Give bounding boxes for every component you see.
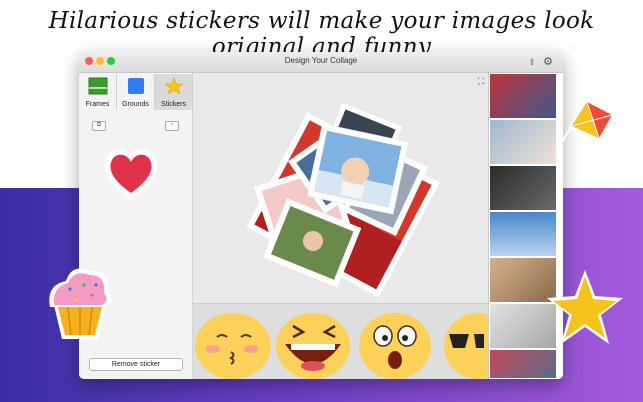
star-icon	[163, 77, 184, 95]
app-window: Design Your Collage ⇪ ⚙ Frames Grounds S…	[79, 52, 563, 379]
sticker-tray	[193, 303, 512, 379]
sticker-tray-items	[195, 313, 512, 379]
collage-preview	[246, 102, 440, 298]
photo-thumbnail[interactable]	[490, 74, 556, 118]
gear-icon[interactable]: ⚙	[543, 57, 553, 68]
grounds-icon	[127, 78, 144, 94]
sunglasses-emoji[interactable]	[444, 313, 512, 379]
tab-grounds-label: Grounds	[122, 101, 149, 108]
surprised-emoji[interactable]	[359, 313, 431, 379]
tab-frames[interactable]: Frames	[79, 74, 117, 110]
share-icon[interactable]: ⇪	[527, 57, 537, 67]
frames-icon	[88, 77, 107, 95]
tab-stickers-label: Stickers	[161, 101, 186, 108]
window-title: Design Your Collage	[284, 56, 358, 65]
photo-thumbnail[interactable]	[490, 120, 556, 164]
bring-front-button[interactable]: ⧉	[92, 121, 106, 131]
heart-sticker[interactable]	[103, 148, 159, 200]
star-sticker	[547, 270, 623, 344]
tab-frames-label: Frames	[85, 101, 110, 108]
remove-sticker-button[interactable]: Remove sticker	[89, 358, 183, 371]
collage-canvas[interactable]: ⛶	[193, 73, 488, 303]
kite-sticker	[555, 98, 616, 157]
kiss-emoji[interactable]	[195, 313, 271, 379]
photo-thumbnail[interactable]	[490, 166, 556, 210]
laughing-emoji[interactable]	[276, 313, 350, 379]
photo-thumbnail[interactable]	[490, 212, 556, 256]
title-bar: Design Your Collage ⇪ ⚙	[79, 52, 563, 73]
cupcake-sticker	[49, 268, 112, 339]
send-back-button[interactable]: ▫	[165, 121, 179, 131]
tab-stickers[interactable]: Stickers	[155, 74, 193, 110]
photo-thumbnail[interactable]	[490, 350, 556, 378]
tab-grounds[interactable]: Grounds	[117, 74, 155, 110]
